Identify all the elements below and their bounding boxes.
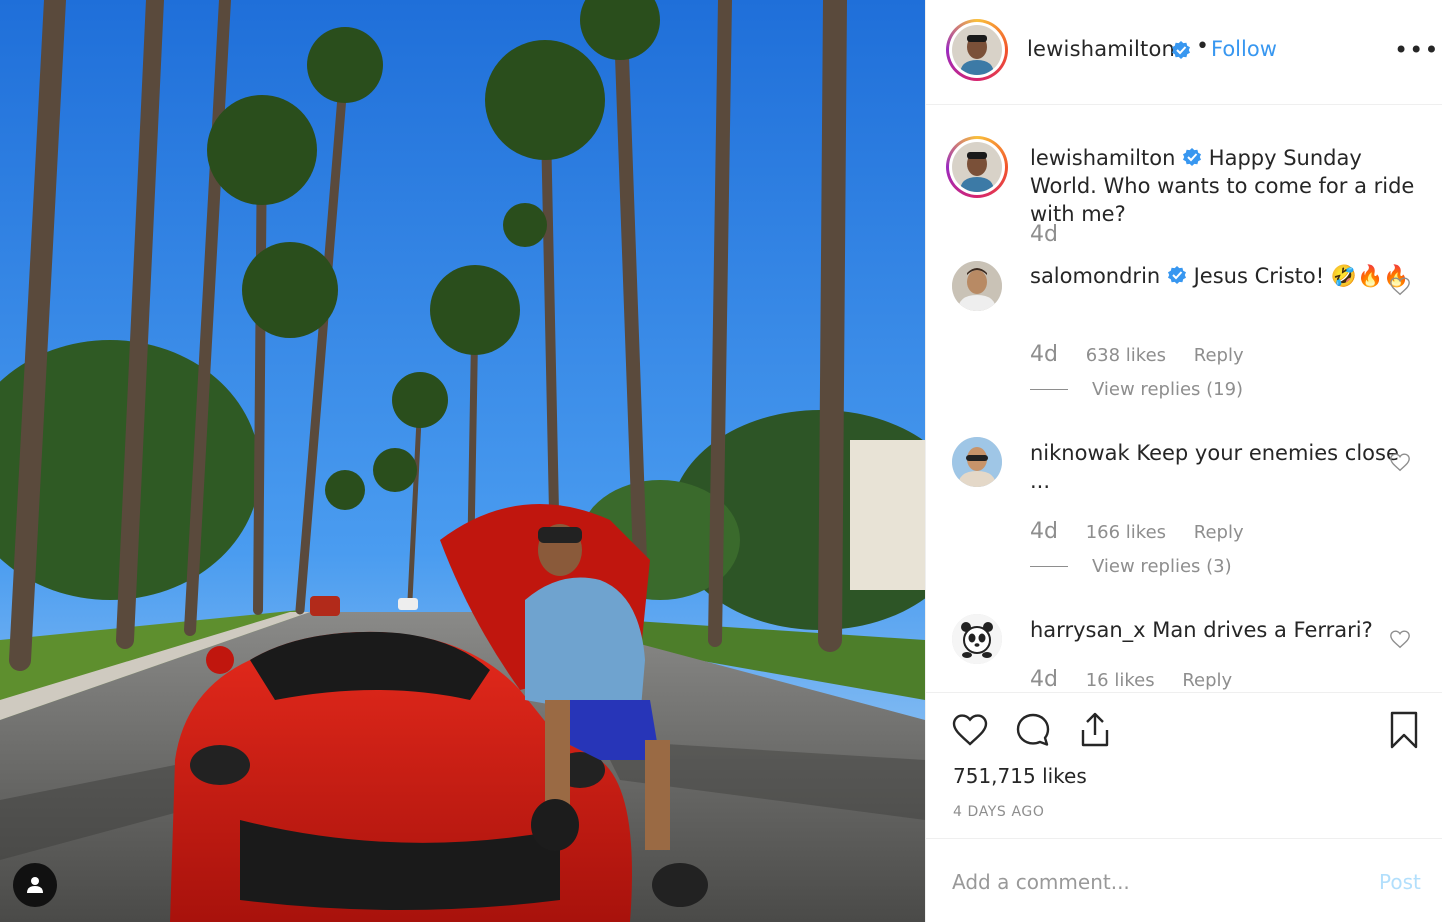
verified-badge-icon bbox=[1167, 266, 1186, 284]
caption-avatar[interactable] bbox=[946, 136, 1008, 198]
caption-time[interactable]: 4d bbox=[1030, 222, 1058, 247]
comment-time[interactable]: 4d bbox=[1030, 519, 1058, 544]
share-icon[interactable] bbox=[1075, 710, 1115, 750]
avatar-image bbox=[952, 142, 1002, 192]
view-replies-button[interactable]: View replies (19) bbox=[1030, 379, 1243, 400]
caption-username[interactable]: lewishamilton bbox=[1030, 146, 1175, 170]
post-photo[interactable] bbox=[0, 0, 925, 922]
commenter-avatar[interactable] bbox=[952, 261, 1002, 311]
caption-text: lewishamilton Happy Sunday World. Who wa… bbox=[1030, 144, 1420, 228]
comment-likes[interactable]: 16 likes bbox=[1086, 670, 1155, 691]
replies-divider bbox=[1030, 389, 1068, 390]
follow-button[interactable]: Follow bbox=[1211, 37, 1277, 61]
avatar-image bbox=[952, 25, 1002, 75]
comment-username[interactable]: niknowak bbox=[1030, 441, 1130, 465]
comment-text: niknowak Keep your enemies close ... bbox=[1030, 439, 1420, 495]
comment-meta: 4d 16 likes Reply bbox=[1030, 667, 1254, 692]
reply-button[interactable]: Reply bbox=[1182, 670, 1232, 691]
post-comment-button[interactable]: Post bbox=[1379, 870, 1421, 894]
tagged-users-button[interactable] bbox=[13, 863, 57, 907]
like-count[interactable]: 751,715 likes bbox=[953, 764, 1087, 788]
post-image bbox=[0, 0, 925, 922]
comment-time[interactable]: 4d bbox=[1030, 342, 1058, 367]
more-options-icon[interactable]: ••• bbox=[1394, 36, 1439, 64]
avatar-image bbox=[952, 614, 1002, 664]
comment-meta: 4d 638 likes Reply bbox=[1030, 342, 1266, 367]
like-comment-heart-icon[interactable] bbox=[1389, 275, 1411, 297]
comments-list[interactable]: lewishamilton Happy Sunday World. Who wa… bbox=[926, 106, 1442, 692]
add-comment-bar: Post bbox=[926, 840, 1442, 922]
like-comment-heart-icon[interactable] bbox=[1389, 628, 1411, 650]
avatar-image bbox=[952, 437, 1002, 487]
view-replies-button[interactable]: View replies (3) bbox=[1030, 556, 1232, 577]
post-timestamp[interactable]: 4 DAYS AGO bbox=[953, 804, 1044, 820]
comment-text: harrysan_x Man drives a Ferrari? bbox=[1030, 616, 1420, 644]
user-tag-icon bbox=[27, 877, 43, 893]
bookmark-icon[interactable] bbox=[1384, 710, 1424, 750]
comment-body: Jesus Cristo! 🤣🔥🔥 bbox=[1193, 264, 1410, 288]
verified-badge-icon bbox=[1171, 40, 1191, 62]
avatar-image bbox=[952, 261, 1002, 311]
comment-body: Man drives a Ferrari? bbox=[1152, 618, 1373, 642]
post-header: lewishamilton • Follow ••• bbox=[926, 0, 1442, 105]
view-replies-label: View replies (3) bbox=[1092, 556, 1232, 577]
comment-likes[interactable]: 638 likes bbox=[1086, 345, 1166, 366]
comment-bubble-icon[interactable] bbox=[1013, 710, 1053, 750]
heart-icon[interactable] bbox=[950, 710, 990, 750]
comment-time[interactable]: 4d bbox=[1030, 667, 1058, 692]
reply-button[interactable]: Reply bbox=[1194, 522, 1244, 543]
comment-input[interactable] bbox=[952, 866, 1352, 898]
author-username[interactable]: lewishamilton bbox=[1027, 37, 1175, 61]
replies-divider bbox=[1030, 566, 1068, 567]
comment-text: salomondrin Jesus Cristo! 🤣🔥🔥 bbox=[1030, 262, 1420, 290]
separator-dot: • bbox=[1196, 34, 1209, 59]
reply-button[interactable]: Reply bbox=[1194, 345, 1244, 366]
caption-meta: 4d bbox=[1030, 222, 1080, 247]
comment-likes[interactable]: 166 likes bbox=[1086, 522, 1166, 543]
comment-meta: 4d 166 likes Reply bbox=[1030, 519, 1266, 544]
comment-username[interactable]: harrysan_x bbox=[1030, 618, 1146, 642]
comment-username[interactable]: salomondrin bbox=[1030, 264, 1160, 288]
view-replies-label: View replies (19) bbox=[1092, 379, 1244, 400]
commenter-avatar[interactable] bbox=[952, 614, 1002, 664]
like-comment-heart-icon[interactable] bbox=[1389, 451, 1411, 473]
commenter-avatar[interactable] bbox=[952, 437, 1002, 487]
post-actions: 751,715 likes 4 DAYS AGO bbox=[926, 692, 1442, 839]
author-avatar[interactable] bbox=[946, 19, 1008, 81]
verified-badge-icon bbox=[1183, 148, 1202, 166]
post-details-panel: lewishamilton • Follow ••• lewishamilton… bbox=[925, 0, 1442, 922]
